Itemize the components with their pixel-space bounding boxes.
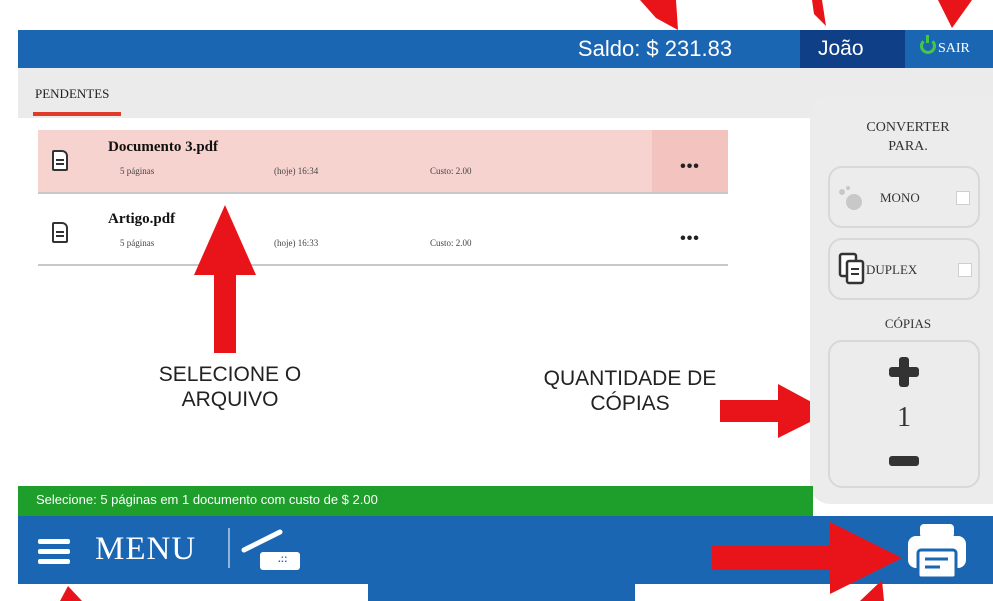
file-row[interactable]: Artigo.pdf 5 páginas (hoje) 16:33 Custo:… (38, 202, 728, 266)
copies-title: CÓPIAS (884, 316, 932, 331)
copies-hint-line1: QUANTIDADE DE (543, 367, 717, 390)
file-options-button[interactable]: ••• (652, 202, 728, 264)
printer-icon (908, 524, 966, 580)
file-pages: 5 páginas (120, 238, 155, 248)
mono-checkbox[interactable] (956, 191, 970, 205)
duplex-checkbox[interactable] (958, 263, 972, 277)
file-date: (hoje) 16:34 (274, 166, 319, 176)
select-file-hint-line1: SELECIONE O (158, 363, 302, 386)
menu-label: MENU (95, 531, 197, 567)
more-icon: ••• (680, 230, 700, 247)
convert-title: CONVERTER PARA. (838, 118, 978, 156)
arrow-to-logout (938, 0, 972, 28)
bottom-center-block (368, 516, 635, 601)
arrow-up-annotation (194, 205, 256, 353)
select-file-hint-line2: ARQUIVO (181, 388, 279, 411)
tab-pendentes[interactable]: PENDENTES (35, 86, 109, 102)
file-pages: 5 páginas (120, 166, 155, 176)
arrow-to-user (812, 0, 826, 26)
file-row[interactable]: Documento 3.pdf 5 páginas (hoje) 16:34 C… (38, 130, 728, 194)
hamburger-icon (38, 539, 70, 564)
copies-hint: QUANTIDADE DE CÓPIAS (510, 366, 750, 416)
scanner-badge: .:: (278, 554, 288, 565)
more-icon: ••• (680, 158, 700, 175)
select-file-hint: SELECIONE O ARQUIVO (130, 362, 330, 412)
mono-label: MONO (880, 190, 920, 205)
file-options-button[interactable]: ••• (652, 130, 728, 192)
convert-title-line1: CONVERTER (866, 120, 950, 135)
color-drops-icon (839, 186, 862, 210)
file-cost: Custo: 2.00 (430, 238, 472, 248)
file-cost: Custo: 2.00 (430, 166, 472, 176)
duplex-option[interactable]: DUPLEX (828, 238, 980, 300)
arrow-to-print (712, 522, 902, 601)
top-annotation-arrows (640, 0, 972, 30)
file-name: Artigo.pdf (108, 211, 176, 227)
scanner-icon (241, 529, 300, 570)
copies-hint-line2: CÓPIAS (590, 392, 670, 415)
mono-option[interactable]: MONO (828, 166, 980, 228)
arrow-to-balance (640, 0, 678, 30)
tab-active-indicator (33, 112, 121, 116)
copies-value: 1 (897, 402, 911, 433)
convert-title-line2: PARA. (888, 139, 928, 154)
scanner-button[interactable]: .:: (238, 526, 304, 576)
file-date: (hoje) 16:33 (274, 238, 319, 248)
file-icon (52, 150, 68, 171)
plus-icon[interactable] (886, 354, 922, 390)
file-name: Documento 3.pdf (108, 139, 219, 155)
power-icon (920, 35, 936, 54)
minus-icon[interactable] (886, 454, 922, 468)
status-text: Selecione: 5 páginas em 1 documento com … (36, 492, 378, 507)
file-icon (52, 222, 68, 243)
menu-divider (228, 528, 230, 568)
logout-label: SAIR (938, 41, 970, 56)
arrow-to-menu (60, 586, 82, 601)
duplex-icon (838, 252, 865, 285)
duplex-label: DUPLEX (866, 262, 918, 277)
print-button[interactable] (904, 520, 970, 582)
